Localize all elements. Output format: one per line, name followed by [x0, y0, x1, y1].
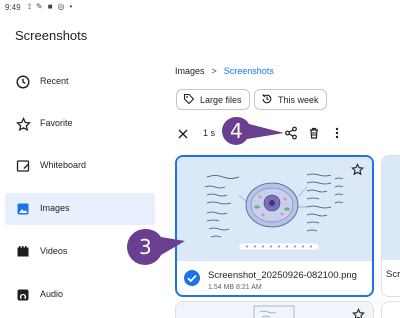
- chip-label: Large files: [200, 94, 242, 105]
- large-files-chip[interactable]: Large files: [176, 89, 250, 110]
- this-week-chip[interactable]: This week: [254, 89, 327, 110]
- selected-file-card[interactable]: Screenshot_20250926-082100.png 1.54 MB 8…: [175, 155, 374, 297]
- chip-label: This week: [278, 94, 319, 105]
- file-card[interactable]: Scr: [381, 155, 400, 297]
- trash-icon: [310, 127, 318, 139]
- history-icon: [261, 93, 273, 107]
- status-time: 9:49: [5, 3, 21, 12]
- tool-icon: ✎: [35, 2, 43, 11]
- file-thumbnail: [382, 156, 400, 260]
- file-card[interactable]: [175, 301, 374, 318]
- status-bar: 9:49 ⟟ ✎ ■ ◎ •: [0, 0, 400, 14]
- settings-icon: ◎: [57, 2, 65, 11]
- breadcrumb-separator: >: [211, 66, 217, 76]
- dot-icon: •: [69, 2, 73, 11]
- status-icons: ⟟ ✎ ■ ◎ •: [28, 3, 72, 11]
- file-thumbnail: [176, 302, 373, 318]
- sidebar-item-favorite[interactable]: Favorite: [5, 108, 155, 140]
- delete-button[interactable]: [307, 126, 321, 140]
- sidebar-item-label: Audio: [40, 289, 64, 299]
- favorite-star-icon[interactable]: [352, 308, 365, 318]
- whiteboard-icon: [15, 158, 31, 174]
- star-icon: [15, 116, 31, 132]
- breadcrumb-current[interactable]: Screenshots: [224, 66, 274, 76]
- sidebar-item-audio[interactable]: Audio: [5, 279, 155, 311]
- video-icon: [15, 244, 31, 260]
- image-icon: [15, 201, 31, 217]
- signal-icon: ⟟: [28, 2, 31, 11]
- sidebar-item-label: Videos: [40, 246, 68, 256]
- file-thumbnail: [177, 157, 372, 261]
- sidebar-item-recent[interactable]: Recent: [5, 66, 155, 98]
- sidebar-item-whiteboard[interactable]: Whiteboard: [5, 150, 155, 182]
- more-vert-icon: [335, 127, 339, 139]
- audio-icon: [15, 287, 31, 303]
- annotation-callout: 4: [220, 115, 290, 147]
- selection-count: 1 s: [203, 128, 216, 138]
- sidebar-item-label: Favorite: [40, 118, 73, 128]
- sidebar-item-label: Recent: [40, 76, 69, 86]
- sidebar-item-label: Images: [40, 203, 70, 213]
- file-meta: 1.54 MB 8:21 AM: [208, 284, 262, 291]
- more-options-button[interactable]: [330, 126, 344, 140]
- favorite-star-icon[interactable]: [351, 163, 364, 181]
- file-card[interactable]: [381, 301, 400, 318]
- annotation-number: 3: [139, 235, 152, 259]
- tag-icon: [183, 93, 195, 107]
- page-title: Screenshots: [15, 28, 88, 43]
- selected-check-icon[interactable]: [183, 269, 201, 287]
- clock-icon: [15, 74, 31, 90]
- file-name: Scr: [386, 269, 400, 280]
- file-name: Screenshot_20250926-082100.png: [208, 270, 357, 281]
- breadcrumb-root[interactable]: Images: [175, 66, 205, 76]
- breadcrumb: Images > Screenshots: [175, 66, 274, 76]
- annotation-callout: 3: [123, 227, 191, 267]
- close-icon[interactable]: [177, 127, 189, 139]
- annotation-number: 4: [230, 119, 243, 143]
- app-icon: ■: [47, 2, 53, 11]
- sidebar-item-label: Whiteboard: [40, 160, 87, 170]
- sidebar-item-images[interactable]: Images: [5, 193, 155, 225]
